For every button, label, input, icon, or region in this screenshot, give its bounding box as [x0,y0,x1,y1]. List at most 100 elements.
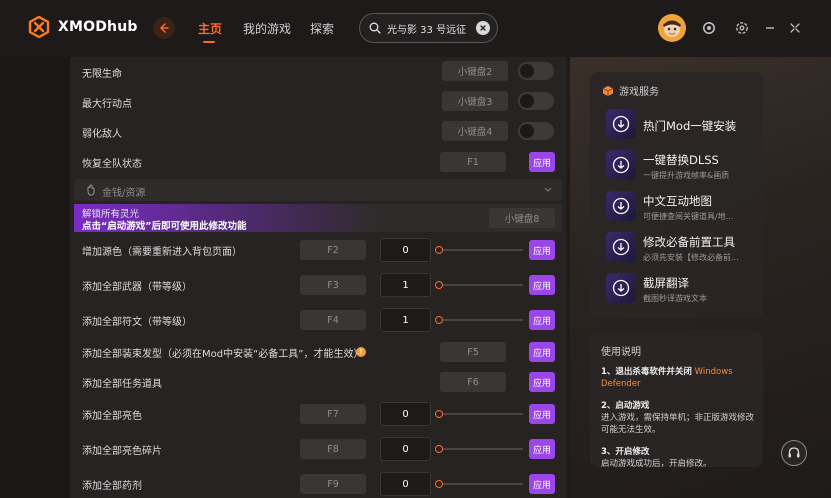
apply-button[interactable]: 应用 [529,310,555,330]
apply-button[interactable]: 应用 [529,342,555,362]
customer-support-button[interactable] [781,440,807,466]
cheat-label: 添加全部装束发型（必须在Mod中安装“必备工具”，才能生效） [82,349,364,360]
value-slider[interactable] [435,445,523,453]
cheat-row: 最大行动点 小键盘3 [70,87,566,117]
instructions-card: 使用说明 1、退出杀毒软件并关闭 Windows Defender 2、启动游戏… [590,331,763,467]
service-map[interactable]: 中文互动地图 可便捷查阅关键道具/地... [606,191,756,225]
hotkey-pill[interactable]: 小键盘4 [442,121,508,141]
cheat-row: 添加全部装束发型（必须在Mod中安装“必备工具”，才能生效） ! F5 应用 [70,337,566,367]
apply-button[interactable]: 应用 [529,275,555,295]
service-name: 热门Mod一键安装 [643,119,737,133]
cheat-row: 恢复全队状态 F1 应用 [70,147,566,177]
cheat-row: 添加全部亮色 F7 0 应用 [70,399,566,429]
hotkey-pill[interactable]: F8 [300,439,366,459]
cheat-row: 添加全部亮色碎片 F8 0 应用 [70,434,566,464]
cheat-row: 添加全部符文（带等级） F4 1 应用 [70,305,566,335]
value-input[interactable]: 1 [380,273,431,297]
service-prereq-tools[interactable]: 修改必备前置工具 必须先安装【修改必备前... [606,232,756,266]
settings-icon[interactable] [734,20,750,36]
app-logo[interactable]: XMODhub [28,15,138,39]
tab-my-games[interactable]: 我的游戏 [243,20,291,37]
top-bar: XMODhub 主页 我的游戏 探索 光与影 33 号远征 [0,0,831,57]
apply-button[interactable]: 应用 [529,152,555,172]
service-dlss[interactable]: 一键替换DLSS 一键提升游戏帧率&画质 [606,150,756,184]
hotkey-pill[interactable]: F2 [300,240,366,260]
cheat-row: 添加全部药剂 F9 0 应用 [70,469,566,498]
tab-home[interactable]: 主页 [198,20,222,37]
cheat-label: 弱化敌人 [82,129,122,140]
instructions-title: 使用说明 [601,347,641,358]
section-label: 金钱/资源 [102,188,146,199]
hotkey-pill[interactable]: 小键盘8 [489,208,555,228]
cheat-label: 添加全部武器（带等级） [82,282,192,293]
service-desc: 可便捷查阅关键道具/地... [643,212,734,221]
cheat-toggle[interactable] [518,92,554,110]
cheat-row: 添加全部武器（带等级） F3 1 应用 [70,270,566,300]
arrow-left-icon [159,23,169,33]
service-desc: 截图秒译游戏文本 [643,294,707,303]
instructions-body: 1、退出杀毒软件并关闭 Windows Defender 2、启动游戏 进入游戏… [601,366,756,467]
value-input[interactable]: 1 [380,308,431,332]
back-button[interactable] [153,17,175,39]
service-desc: 必须先安装【修改必备前... [643,253,739,262]
tab-explore[interactable]: 探索 [310,20,334,37]
cheat-row: 弱化敌人 小键盘4 [70,117,566,147]
hotkey-pill[interactable]: 小键盘2 [442,61,508,81]
cheat-row: 添加全部任务道具 F6 应用 [70,367,566,397]
hotkey-pill[interactable]: 小键盘3 [442,91,508,111]
minimize-icon[interactable] [762,20,778,36]
download-icon [606,273,636,303]
instruction-step: 2、启动游戏 进入游戏，需保持单机；非正版游戏修改可能无法生效。 [601,400,756,436]
hotkey-pill[interactable]: F9 [300,474,366,494]
apply-button[interactable]: 应用 [529,439,555,459]
apply-button[interactable]: 应用 [529,404,555,424]
cheat-toggle[interactable] [518,62,554,80]
service-desc: 一键提升游戏帧率&画质 [643,171,730,180]
hotkey-pill[interactable]: F1 [440,152,506,172]
apply-button[interactable]: 应用 [529,372,555,392]
hotkey-pill[interactable]: F5 [440,342,506,362]
instruction-step: 3、开启修改 启动游戏成功后，开启修改。 [601,446,756,467]
download-icon [606,150,636,180]
user-avatar[interactable] [658,14,686,42]
value-input[interactable]: 0 [380,437,431,461]
hotkey-pill[interactable]: F3 [300,275,366,295]
step-heading: 3、开启修改 [601,447,650,457]
step-body: 启动游戏成功后，开启修改。 [601,459,712,467]
services-title: 游戏服务 [602,83,659,98]
cheat-toggle[interactable] [518,122,554,140]
hotkey-pill[interactable]: F6 [440,372,506,392]
cheat-row: 增加源色（需要重新进入背包页面） F2 0 应用 [70,235,566,265]
hotkey-pill[interactable]: F4 [300,310,366,330]
value-input[interactable]: 0 [380,472,431,496]
service-name: 修改必备前置工具 [643,235,735,249]
cheat-list[interactable]: 无限生命 小键盘2 最大行动点 小键盘3 弱化敌人 小键盘4 恢复全队状态 F1… [70,57,566,498]
clear-search-button[interactable] [476,21,490,35]
value-slider[interactable] [435,480,523,488]
value-slider[interactable] [435,246,523,254]
value-slider[interactable] [435,316,523,324]
service-name: 截屏翻译 [643,276,689,290]
cheat-row: 无限生命 小键盘2 [70,57,566,87]
step-heading: 2、启动游戏 [601,401,650,411]
cheat-label: 添加全部任务道具 [82,379,162,390]
value-input[interactable]: 0 [380,402,431,426]
warning-icon[interactable]: ! [356,347,366,357]
theme-icon[interactable] [701,20,717,36]
close-icon [480,25,486,31]
cheat-label: 添加全部亮色碎片 [82,446,162,457]
apply-button[interactable]: 应用 [529,240,555,260]
apply-button[interactable]: 应用 [529,474,555,494]
section-money-resources[interactable]: 金钱/资源 [74,179,562,201]
service-mod-install[interactable]: 热门Mod一键安装 [606,109,756,143]
service-screen-translate[interactable]: 截屏翻译 截图秒译游戏文本 [606,273,756,307]
value-slider[interactable] [435,281,523,289]
download-icon [606,232,636,262]
hotkey-pill[interactable]: F7 [300,404,366,424]
search-input[interactable]: 光与影 33 号远征 [359,13,498,43]
search-value: 光与影 33 号远征 [387,24,467,36]
step-body: 进入游戏，需保持单机；非正版游戏修改可能无法生效。 [601,413,755,435]
value-slider[interactable] [435,410,523,418]
collapse-icon[interactable] [787,20,803,36]
value-input[interactable]: 0 [380,238,431,262]
